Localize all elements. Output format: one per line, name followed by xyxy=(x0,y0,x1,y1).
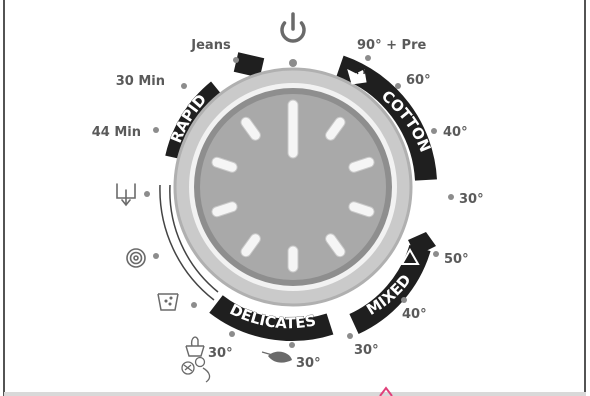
position-dot-30min xyxy=(181,83,187,89)
position-dot-jeans xyxy=(233,57,239,63)
position-dot-cotton60 xyxy=(395,83,401,89)
program-44min: 44 Min xyxy=(92,125,141,140)
program-mixed-30: 30° xyxy=(354,343,379,358)
program-cotton-30: 30° xyxy=(459,192,484,207)
drain-icon xyxy=(116,183,136,207)
program-dial-graphic: RAPID COTTON MIXED DELICATES Jeans 30 Mi… xyxy=(3,0,586,396)
program-cotton-40: 40° xyxy=(443,125,468,140)
panel-bottom-edge xyxy=(4,392,586,396)
rinse-icon xyxy=(157,293,179,311)
position-dot-mixed30 xyxy=(347,333,353,339)
position-dot-spin xyxy=(153,253,159,259)
wool-icon xyxy=(181,356,211,383)
position-dot-cotton40 xyxy=(431,128,437,134)
position-dot-mixed50 xyxy=(433,251,439,257)
band-jeans xyxy=(233,52,265,78)
program-mixed-40: 40° xyxy=(402,307,427,322)
feather-icon xyxy=(261,351,292,363)
program-wool-30: 30° xyxy=(296,356,321,371)
power-icon[interactable] xyxy=(280,12,306,43)
hand-wash-icon xyxy=(185,336,205,357)
program-30min: 30 Min xyxy=(116,74,165,89)
program-90-pre: 90° + Pre xyxy=(357,38,426,53)
position-dot-drain xyxy=(144,191,150,197)
program-mixed-50: 50° xyxy=(444,252,469,267)
program-cotton-60: 60° xyxy=(406,73,431,88)
position-dot-rinse xyxy=(191,302,197,308)
program-selector-panel: RAPID COTTON MIXED DELICATES Jeans 30 Mi… xyxy=(0,0,590,396)
position-dot-cotton30 xyxy=(448,194,454,200)
position-dot-off xyxy=(289,59,297,67)
knob-pointer xyxy=(287,99,299,159)
spin-icon xyxy=(126,248,146,268)
position-dot-mixed40 xyxy=(401,297,407,303)
position-dot-44min xyxy=(153,127,159,133)
position-dot-wool xyxy=(289,342,295,348)
knob-grip xyxy=(287,245,299,273)
program-jeans: Jeans xyxy=(190,38,231,53)
position-dot-hand xyxy=(229,331,235,337)
program-hand-30: 30° xyxy=(208,346,233,361)
position-dot-pre90 xyxy=(365,55,371,61)
